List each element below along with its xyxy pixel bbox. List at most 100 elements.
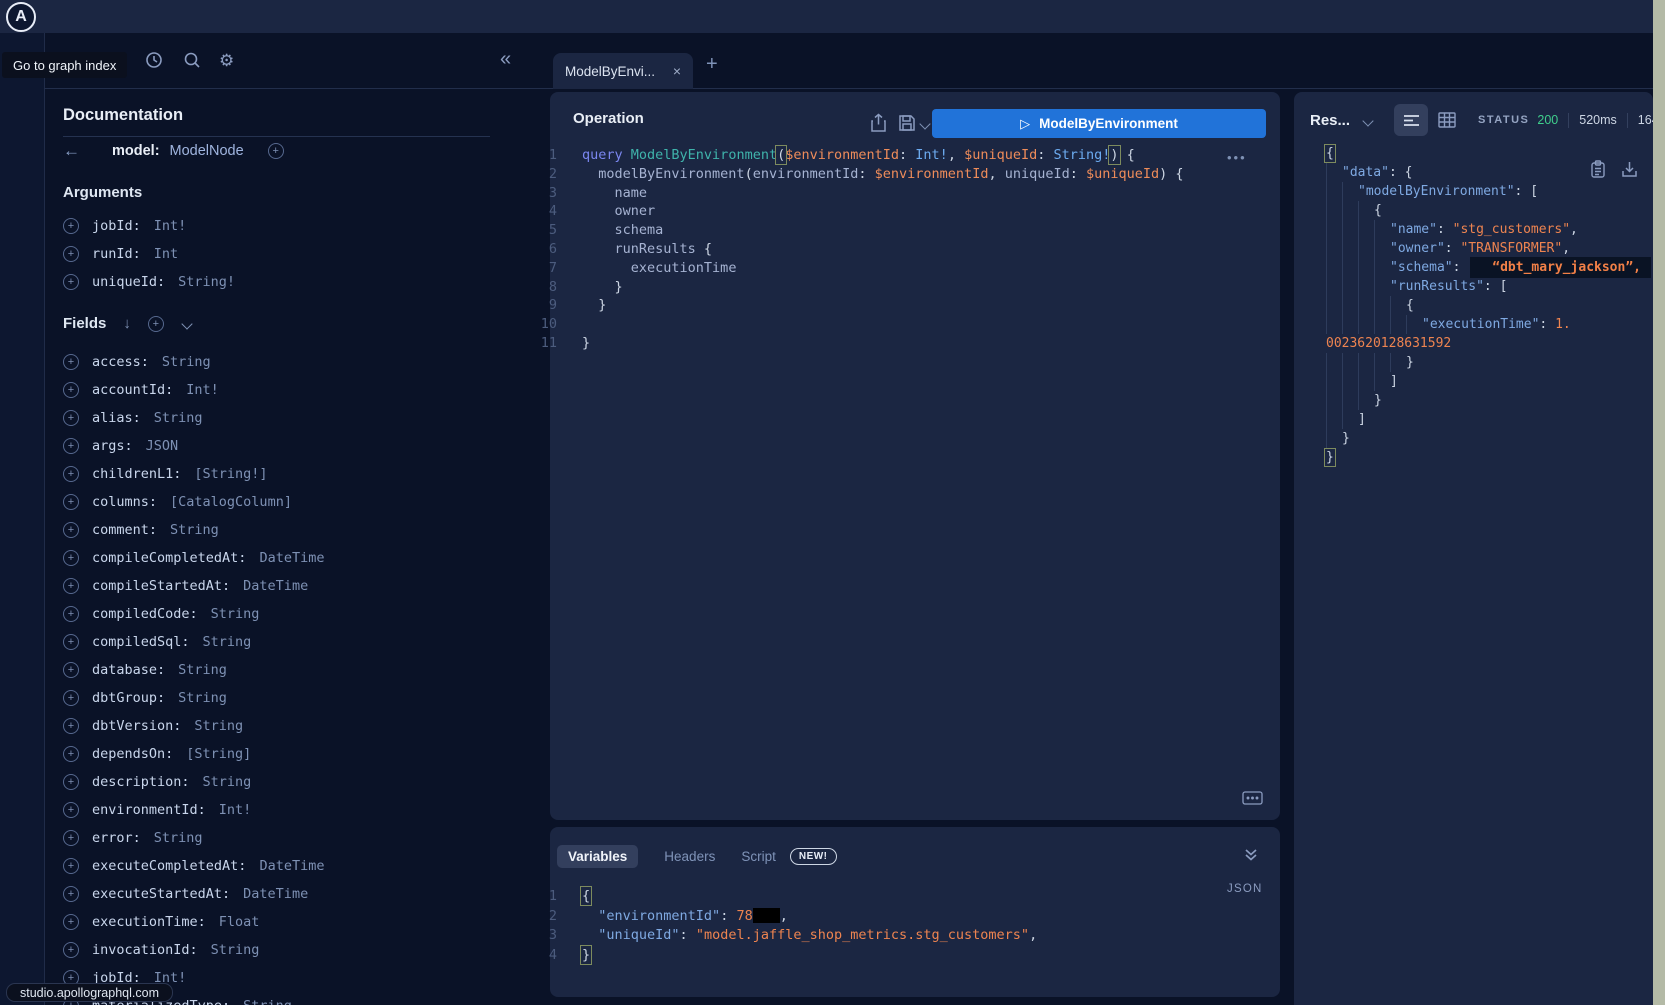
add-field-icon[interactable]: + — [63, 274, 79, 290]
field-name[interactable]: description: — [92, 774, 190, 790]
doc-field-row[interactable]: +environmentId:Int! — [63, 796, 493, 824]
add-field-icon[interactable]: + — [63, 634, 79, 650]
field-type[interactable]: String — [243, 998, 292, 1005]
doc-field-row[interactable]: + comment: String — [63, 516, 493, 544]
doc-type-value[interactable]: ModelNode — [170, 143, 244, 159]
field-type[interactable]: String — [154, 830, 203, 846]
field-name[interactable]: alias: — [92, 410, 141, 426]
add-field-icon[interactable]: + — [63, 354, 79, 370]
add-field-icon[interactable]: + — [63, 802, 79, 818]
field-name[interactable]: dbtGroup: — [92, 690, 165, 706]
doc-field-row[interactable]: + access: String — [63, 348, 493, 376]
tab-script[interactable]: Script — [741, 849, 776, 864]
settings-gear-icon[interactable]: ⚙ — [219, 51, 234, 71]
field-type[interactable]: DateTime — [259, 550, 324, 566]
response-dropdown-chevron-icon[interactable] — [1362, 115, 1373, 126]
field-name[interactable]: runId: — [92, 246, 141, 262]
field-type[interactable]: String! — [178, 274, 235, 290]
field-name[interactable]: comment: — [92, 522, 157, 538]
field-name[interactable]: error: — [92, 830, 141, 846]
field-name[interactable]: compiledCode: — [92, 606, 198, 622]
field-type[interactable]: String — [154, 410, 203, 426]
add-field-icon[interactable]: + — [63, 218, 79, 234]
add-field-icon[interactable]: + — [63, 438, 79, 454]
add-field-icon[interactable]: + — [63, 774, 79, 790]
doc-field-row[interactable]: + uniqueId: String! — [63, 268, 235, 296]
field-name[interactable]: compileStartedAt: — [92, 578, 230, 594]
add-field-icon[interactable]: + — [63, 746, 79, 762]
field-type[interactable]: String — [194, 718, 243, 734]
collapse-variables-chevron-icon[interactable] — [1243, 848, 1259, 862]
field-type[interactable]: String — [170, 522, 219, 538]
run-operation-button[interactable]: ▷ ModelByEnvironment — [932, 109, 1266, 138]
field-name[interactable]: accountId: — [92, 382, 173, 398]
new-tab-button[interactable]: + — [706, 53, 718, 76]
sort-arrow-icon[interactable]: ↓ — [123, 315, 131, 332]
field-name[interactable]: access: — [92, 354, 149, 370]
field-type[interactable]: Int! — [186, 382, 219, 398]
history-clock-icon[interactable] — [145, 51, 163, 69]
keyboard-shortcuts-icon[interactable] — [1242, 791, 1263, 805]
field-type[interactable]: String — [211, 606, 260, 622]
add-field-icon[interactable]: + — [63, 942, 79, 958]
tab-modelbyenvironment[interactable]: ModelByEnvi... × — [553, 53, 693, 89]
add-field-icon[interactable]: + — [63, 382, 79, 398]
doc-field-row[interactable]: +runId:Int — [63, 240, 235, 268]
response-json[interactable]: {"data": {"modelByEnvironment": [{"name"… — [1314, 144, 1651, 467]
doc-field-row[interactable]: +compileCompletedAt:DateTime — [63, 544, 493, 572]
add-field-icon[interactable]: + — [63, 578, 79, 594]
doc-field-row[interactable]: +executeStartedAt:DateTime — [63, 880, 493, 908]
field-name[interactable]: executeCompletedAt: — [92, 858, 246, 874]
add-field-icon[interactable]: + — [63, 466, 79, 482]
doc-field-row[interactable]: + error: String — [63, 824, 493, 852]
operation-editor[interactable]: 1query ModelByEnvironment($environmentId… — [539, 146, 1184, 353]
field-name[interactable]: uniqueId: — [92, 274, 165, 290]
field-type[interactable]: String — [203, 774, 252, 790]
field-name[interactable]: compileCompletedAt: — [92, 550, 246, 566]
add-field-icon[interactable]: + — [63, 690, 79, 706]
field-type[interactable]: [String!] — [194, 466, 267, 482]
view-raw-toggle[interactable] — [1394, 104, 1428, 136]
add-type-icon[interactable]: + — [268, 143, 284, 159]
add-field-icon[interactable]: + — [63, 410, 79, 426]
variables-editor[interactable]: 1{2 "environmentId": 78,3 "uniqueId": "m… — [539, 887, 1037, 965]
search-icon[interactable] — [183, 51, 201, 69]
doc-field-row[interactable]: +compiledSql:String — [63, 628, 493, 656]
doc-field-row[interactable]: +jobId:Int! — [63, 212, 235, 240]
doc-field-row[interactable]: + args: JSON — [63, 432, 493, 460]
tab-variables[interactable]: Variables — [557, 845, 638, 868]
field-type[interactable]: Int! — [154, 218, 187, 234]
field-name[interactable]: columns: — [92, 494, 157, 510]
add-field-icon[interactable]: + — [63, 830, 79, 846]
add-field-icon[interactable]: + — [63, 662, 79, 678]
field-name[interactable]: args: — [92, 438, 133, 454]
tab-headers[interactable]: Headers — [664, 849, 715, 864]
doc-field-row[interactable]: + childrenL1: [String!] — [63, 460, 493, 488]
field-type[interactable]: [CatalogColumn] — [170, 494, 292, 510]
field-type[interactable]: Int — [154, 246, 178, 262]
field-name[interactable]: compiledSql: — [92, 634, 190, 650]
add-field-icon[interactable]: + — [63, 522, 79, 538]
field-name[interactable]: dbtVersion: — [92, 718, 181, 734]
save-operation-icon[interactable] — [898, 114, 916, 132]
operation-menu-icon[interactable]: ••• — [1227, 150, 1247, 165]
view-table-toggle[interactable] — [1438, 112, 1456, 128]
collapse-sidebar-icon[interactable]: « — [500, 48, 511, 71]
share-operation-icon[interactable] — [870, 113, 887, 133]
doc-field-row[interactable]: + description: String — [63, 768, 493, 796]
add-all-fields-icon[interactable]: + — [148, 316, 164, 332]
field-type[interactable]: String — [178, 690, 227, 706]
add-field-icon[interactable]: + — [63, 606, 79, 622]
doc-field-row[interactable]: + alias: String — [63, 404, 493, 432]
field-type[interactable]: String — [162, 354, 211, 370]
field-type[interactable]: DateTime — [243, 886, 308, 902]
field-type[interactable]: DateTime — [243, 578, 308, 594]
field-type[interactable]: String — [178, 662, 227, 678]
field-name[interactable]: childrenL1: — [92, 466, 181, 482]
field-type[interactable]: DateTime — [259, 858, 324, 874]
field-type[interactable]: JSON — [146, 438, 179, 454]
add-field-icon[interactable]: + — [63, 494, 79, 510]
add-field-icon[interactable]: + — [63, 858, 79, 874]
doc-field-row[interactable]: + compiledCode: String — [63, 600, 493, 628]
doc-field-row[interactable]: +dependsOn:[String] — [63, 740, 493, 768]
